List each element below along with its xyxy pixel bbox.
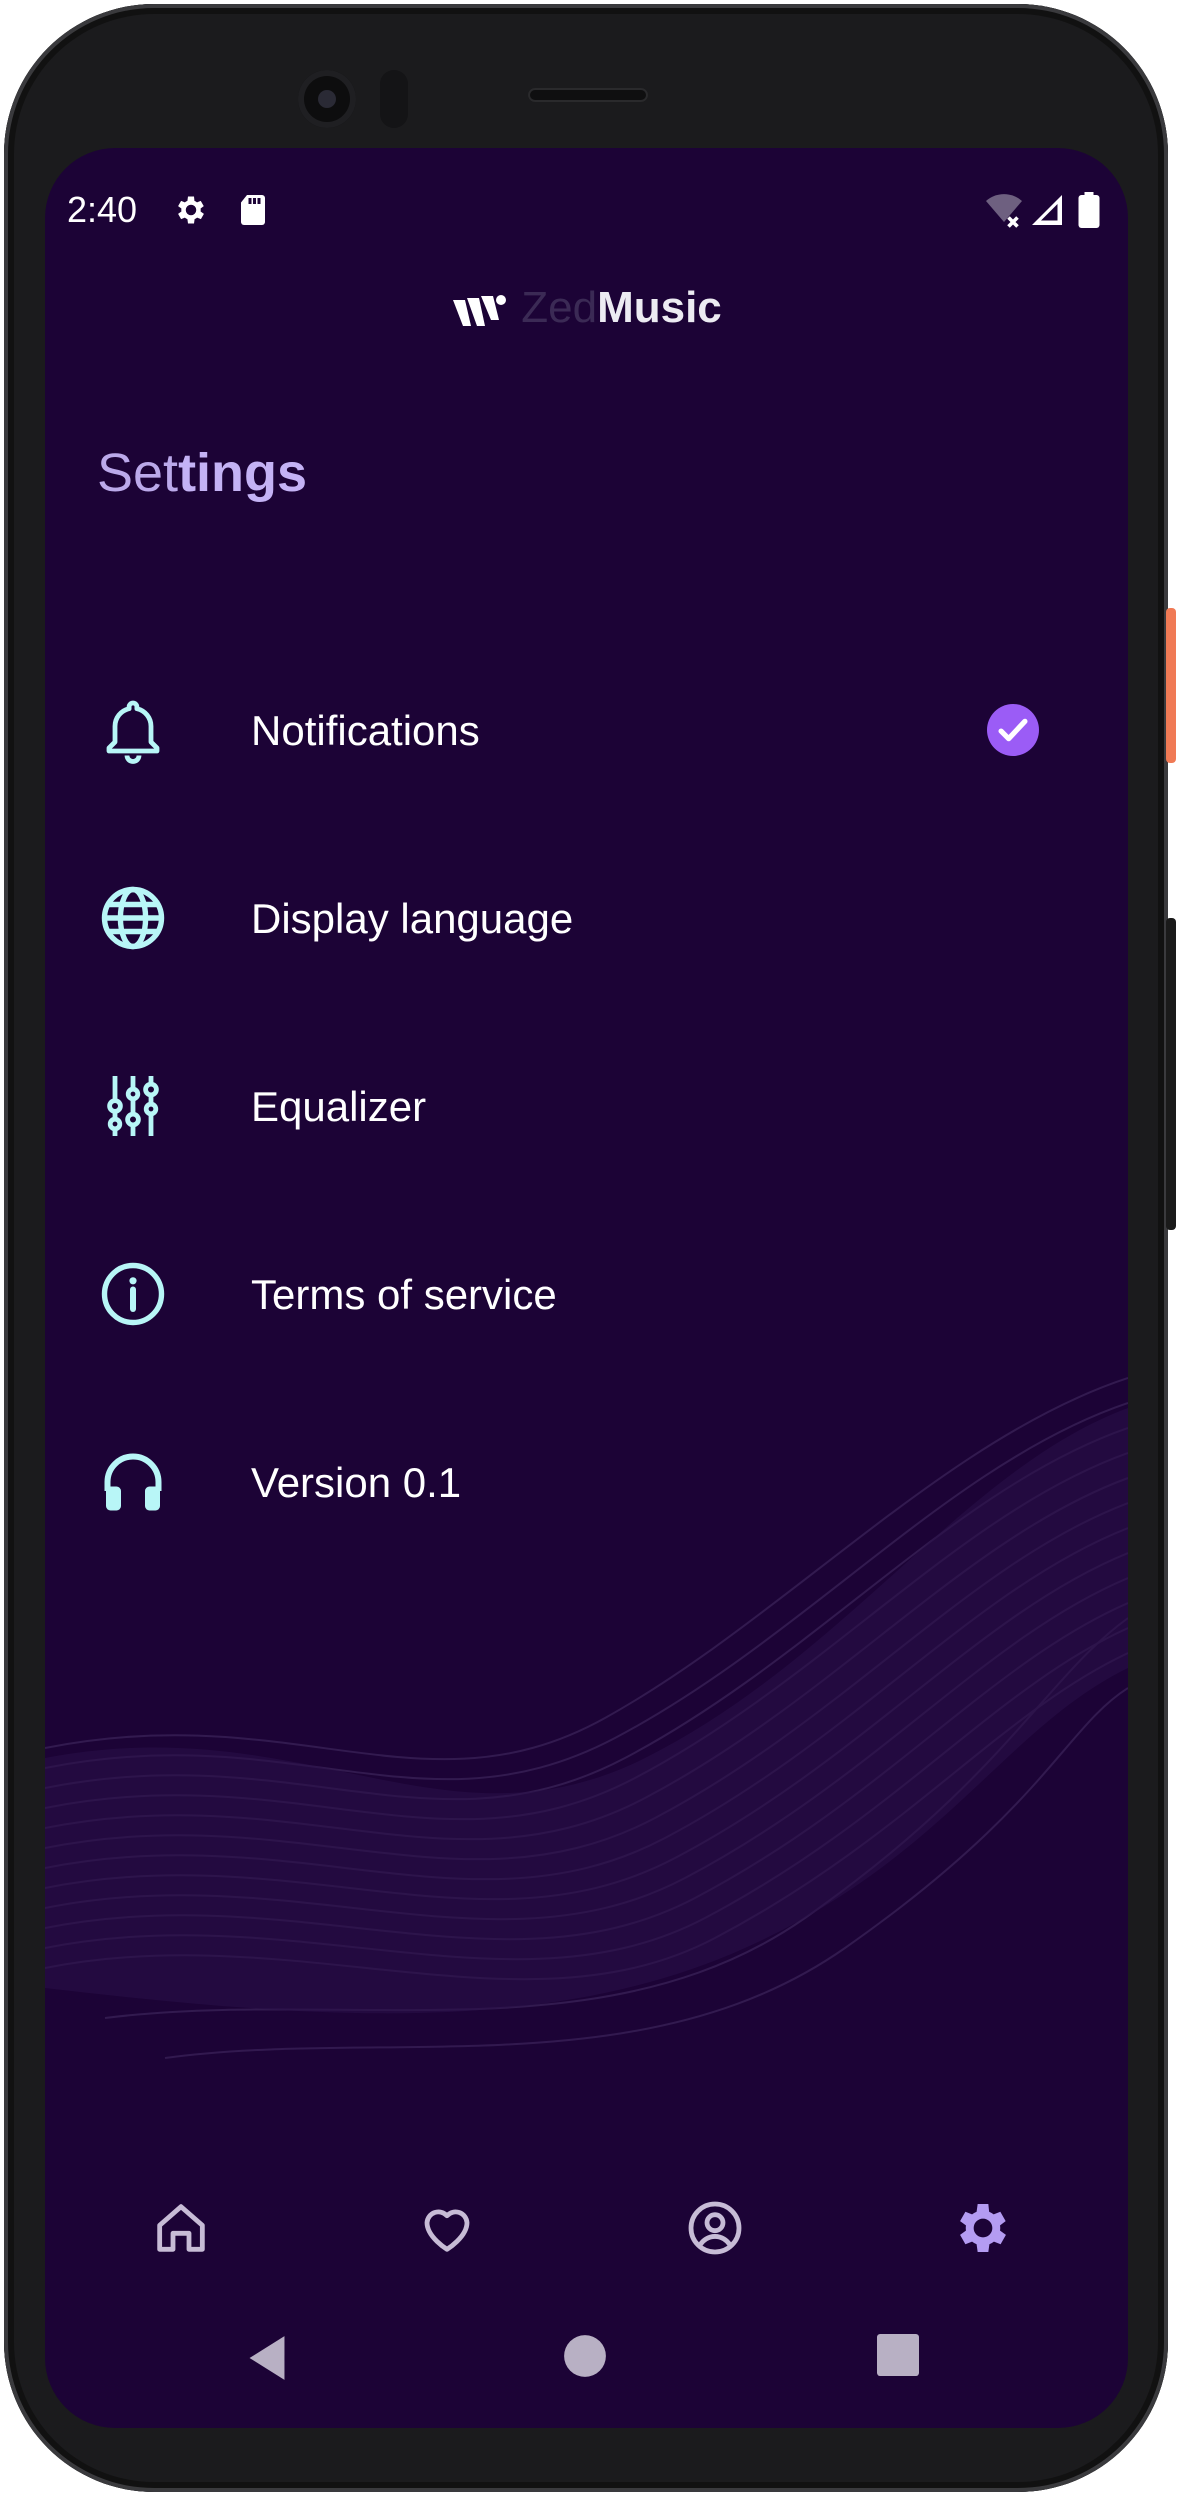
- settings-item-label: Notifications: [251, 707, 480, 754]
- app-screen: 2:40 ZedMusic Settings Notifications Dis…: [45, 148, 1128, 2428]
- earpiece-speaker: [528, 88, 648, 102]
- status-time: 2:40: [67, 189, 138, 230]
- headphones-icon: [104, 1453, 162, 1511]
- battery-icon: [1078, 192, 1100, 228]
- settings-item-label: Terms of service: [251, 1271, 557, 1318]
- info-icon: [101, 1262, 165, 1326]
- cell-signal-icon: [1032, 195, 1062, 225]
- app-logo: ZedMusic: [45, 278, 1128, 338]
- check-icon: [998, 718, 1028, 742]
- bottom-navigation: [45, 2178, 1128, 2288]
- settings-item-display-language[interactable]: Display language: [45, 858, 1128, 978]
- page-title-bold: tings: [178, 443, 308, 503]
- page-title-light: Set: [97, 443, 179, 503]
- front-camera: [298, 70, 356, 128]
- settings-gear-icon[interactable]: [951, 2196, 1015, 2260]
- power-button: [1166, 608, 1176, 763]
- wifi-off-icon: [986, 194, 1022, 228]
- page-title: Settings: [97, 438, 307, 508]
- sd-card-icon: [241, 195, 265, 225]
- globe-icon: [101, 886, 165, 950]
- settings-item-label: Equalizer: [251, 1083, 427, 1130]
- profile-icon[interactable]: [683, 2196, 747, 2260]
- recents-square-icon[interactable]: [877, 2334, 919, 2376]
- logo-text-prefix: Zed: [521, 283, 598, 332]
- gear-icon: [178, 196, 204, 224]
- logo-text-suffix: Music: [597, 283, 722, 332]
- settings-item-notifications[interactable]: Notifications: [45, 670, 1128, 790]
- system-navigation-bar: [45, 2318, 1128, 2398]
- home-circle-icon[interactable]: [563, 2334, 607, 2378]
- bell-icon: [106, 700, 160, 764]
- zedmusic-logo-icon: [453, 295, 507, 327]
- heart-icon[interactable]: [415, 2196, 479, 2260]
- settings-item-terms-of-service[interactable]: Terms of service: [45, 1234, 1128, 1354]
- home-icon[interactable]: [149, 2196, 213, 2260]
- volume-button: [1166, 918, 1176, 1230]
- settings-item-label: Display language: [251, 895, 574, 942]
- status-bar: 2:40: [45, 148, 1128, 238]
- settings-item-label: Version 0.1: [251, 1459, 462, 1506]
- settings-item-equalizer[interactable]: Equalizer: [45, 1046, 1128, 1166]
- equalizer-icon: [107, 1076, 159, 1136]
- notifications-checked-toggle[interactable]: [987, 704, 1039, 756]
- proximity-sensor: [380, 70, 408, 128]
- settings-item-version[interactable]: Version 0.1: [45, 1422, 1128, 1542]
- back-icon[interactable]: [245, 2334, 289, 2382]
